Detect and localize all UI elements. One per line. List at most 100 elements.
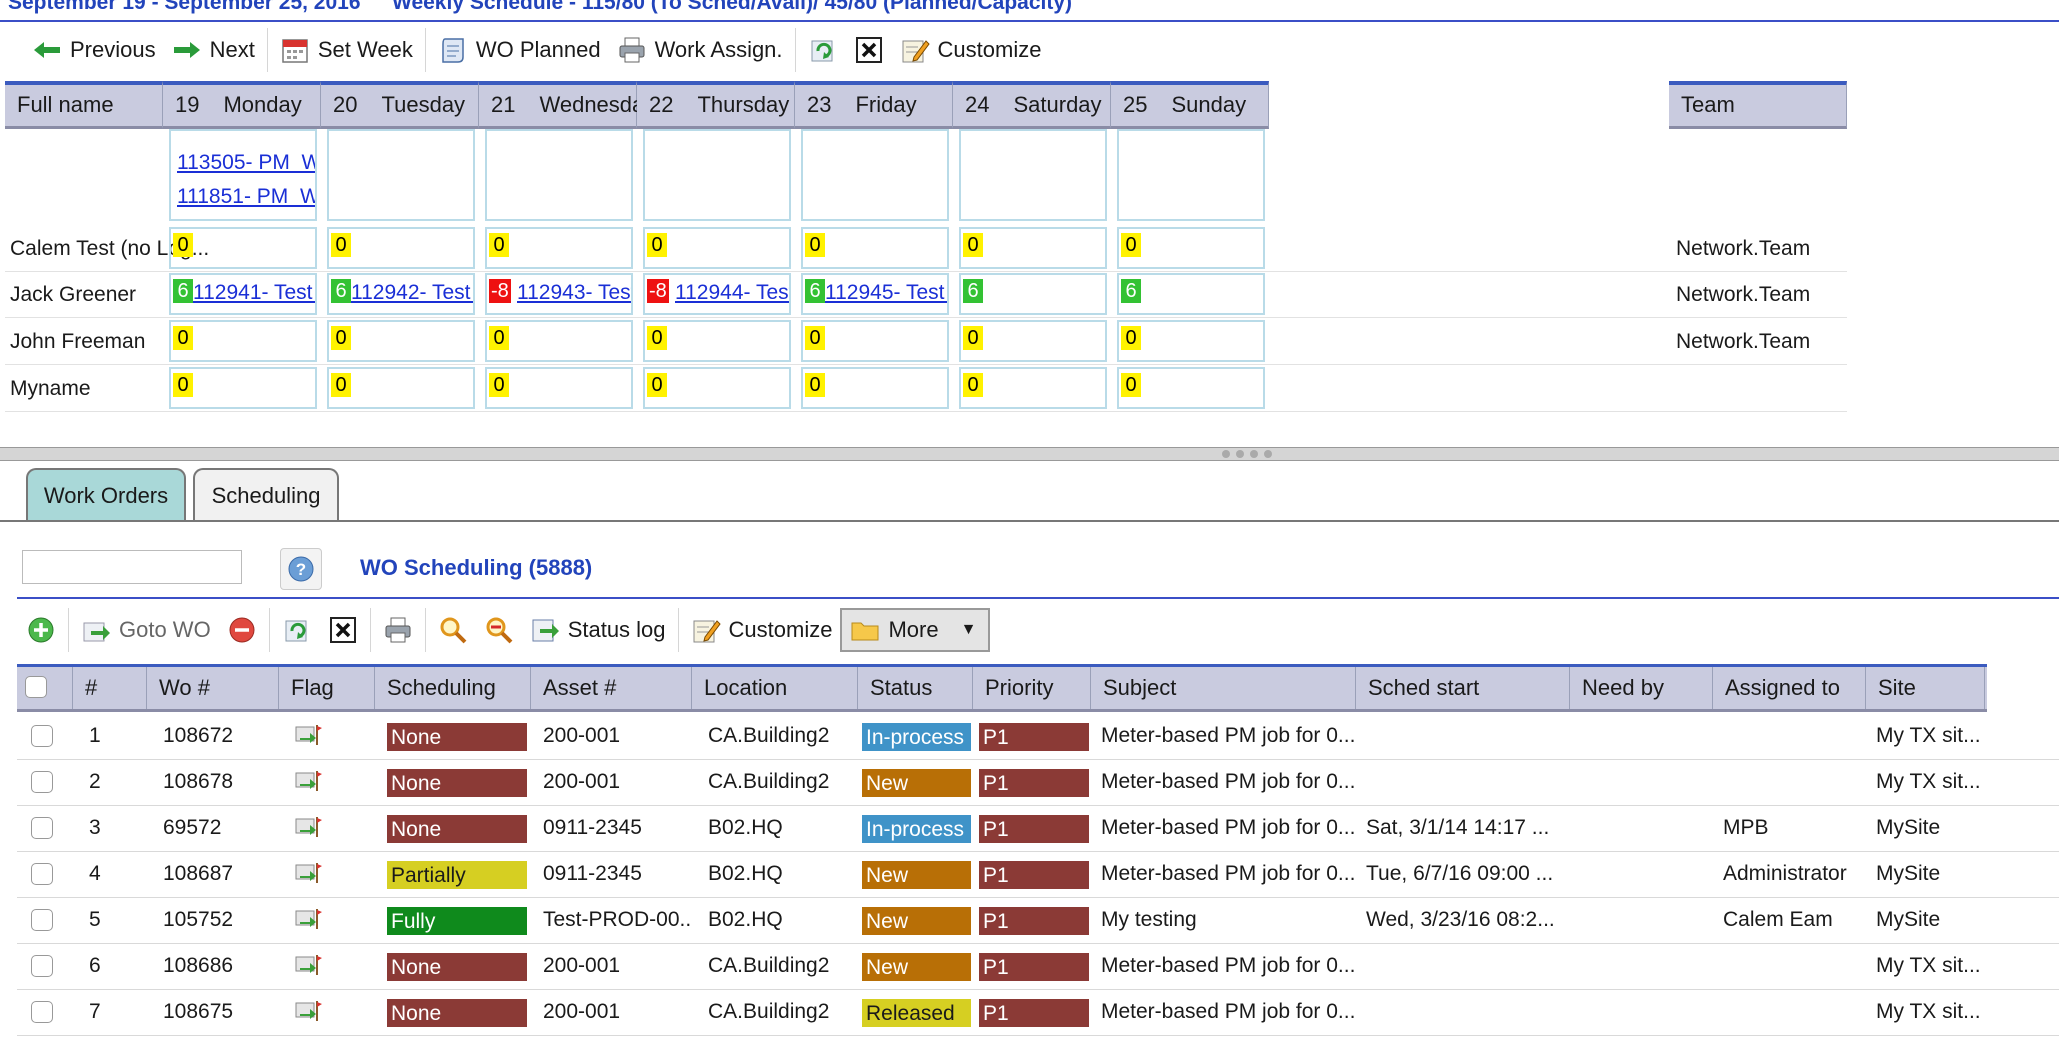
- employee-name[interactable]: John Freeman: [10, 330, 145, 354]
- header-col-assigned-to[interactable]: Assigned to: [1713, 667, 1866, 709]
- flag-icon[interactable]: [295, 953, 323, 977]
- wo-number[interactable]: 105752: [163, 897, 233, 943]
- schedule-cell[interactable]: 0: [169, 320, 317, 362]
- row-checkbox[interactable]: [31, 817, 53, 839]
- tab-scheduling[interactable]: Scheduling: [193, 468, 339, 522]
- help-button[interactable]: ?: [280, 548, 322, 590]
- delete-button[interactable]: [219, 608, 265, 652]
- schedule-cell[interactable]: 0: [959, 227, 1107, 269]
- schedule-cell[interactable]: 113505- PM_Weekly 111851- PM_Weekly: [169, 129, 317, 221]
- wo-link[interactable]: 112941- Test week: [193, 281, 315, 305]
- refresh-button[interactable]: [274, 608, 320, 652]
- customize-button[interactable]: Customize: [892, 28, 1050, 72]
- table-row[interactable]: 2 108678 None 200-001 CA.Building2 New P1 Meter…: [17, 759, 2059, 806]
- wo-number[interactable]: 108675: [163, 989, 233, 1035]
- search-input[interactable]: [22, 550, 242, 584]
- schedule-cell[interactable]: 0: [643, 320, 791, 362]
- header-col-status[interactable]: Status: [858, 667, 973, 709]
- schedule-cell[interactable]: 0: [485, 367, 633, 409]
- schedule-cell[interactable]: [327, 129, 475, 221]
- schedule-cell[interactable]: 0: [1117, 227, 1265, 269]
- row-checkbox[interactable]: [31, 1001, 53, 1023]
- table-row[interactable]: 7 108675 None 200-001 CA.Building2 Released P1…: [17, 989, 2059, 1036]
- schedule-cell[interactable]: [959, 129, 1107, 221]
- select-all-checkbox[interactable]: [25, 676, 47, 698]
- schedule-cell[interactable]: [643, 129, 791, 221]
- schedule-cell[interactable]: 0: [1117, 367, 1265, 409]
- header-day-wednesday[interactable]: 21 Wednesday: [479, 81, 655, 129]
- row-checkbox[interactable]: [31, 955, 53, 977]
- set-week-button[interactable]: Set Week: [272, 28, 421, 72]
- schedule-cell[interactable]: 6: [1117, 273, 1265, 315]
- flag-icon[interactable]: [295, 723, 323, 747]
- row-checkbox[interactable]: [31, 725, 53, 747]
- schedule-cell[interactable]: 0: [959, 367, 1107, 409]
- row-checkbox[interactable]: [31, 863, 53, 885]
- add-button[interactable]: [18, 608, 64, 652]
- schedule-cell[interactable]: 0: [959, 320, 1107, 362]
- wo-number[interactable]: 108678: [163, 759, 233, 805]
- flag-icon[interactable]: [295, 769, 323, 793]
- wo-link[interactable]: 112942- Test week: [351, 281, 473, 305]
- next-button[interactable]: Next: [164, 28, 263, 72]
- schedule-cell[interactable]: 0: [485, 320, 633, 362]
- wo-number[interactable]: 69572: [163, 805, 221, 851]
- panel-splitter[interactable]: [0, 447, 2059, 461]
- schedule-cell[interactable]: 0: [643, 227, 791, 269]
- refresh-button[interactable]: [800, 28, 846, 72]
- employee-name[interactable]: Myname: [10, 377, 91, 401]
- wo-link[interactable]: 111851- PM_Weekly: [177, 185, 315, 209]
- close-button[interactable]: [320, 608, 366, 652]
- wo-link[interactable]: 113505- PM_Weekly: [177, 151, 315, 175]
- table-row[interactable]: 1 108672 None 200-001 CA.Building2 In-process…: [17, 713, 2059, 760]
- header-col-priority[interactable]: Priority: [973, 667, 1091, 709]
- header-col-sched-start[interactable]: Sched start: [1356, 667, 1570, 709]
- header-col-location[interactable]: Location: [692, 667, 858, 709]
- schedule-cell[interactable]: 0: [327, 320, 475, 362]
- schedule-cell[interactable]: 0: [169, 367, 317, 409]
- table-row[interactable]: 4 108687 Partially 0911-2345 B02.HQ New P1 Mete…: [17, 851, 2059, 898]
- schedule-cell[interactable]: 0: [485, 227, 633, 269]
- header-col-subject[interactable]: Subject: [1091, 667, 1356, 709]
- more-dropdown[interactable]: More ▼: [840, 608, 991, 652]
- schedule-cell[interactable]: 6112941- Test week: [169, 273, 317, 315]
- schedule-cell[interactable]: -8112943- Test week: [485, 273, 633, 315]
- schedule-cell[interactable]: [485, 129, 633, 221]
- wo-link[interactable]: 112945- Test week: [825, 281, 947, 305]
- table-row[interactable]: 5 105752 Fully Test-PROD-00... B02.HQ New P1 My…: [17, 897, 2059, 944]
- wo-number[interactable]: 108686: [163, 943, 233, 989]
- schedule-cell[interactable]: 6112945- Test week: [801, 273, 949, 315]
- wo-link[interactable]: 112944- Test week: [675, 281, 789, 305]
- schedule-cell[interactable]: [801, 129, 949, 221]
- header-col-site[interactable]: Site: [1866, 667, 1985, 709]
- wo-planned-button[interactable]: WO Planned: [430, 28, 609, 72]
- row-checkbox[interactable]: [31, 771, 53, 793]
- schedule-cell[interactable]: 6112942- Test week: [327, 273, 475, 315]
- splitter-grip[interactable]: [1222, 450, 1282, 458]
- header-day-friday[interactable]: 23 Friday: [795, 81, 953, 129]
- table-row[interactable]: 3 69572 None 0911-2345 B02.HQ In-process P1 Met…: [17, 805, 2059, 852]
- tab-work-orders[interactable]: Work Orders: [26, 468, 186, 522]
- schedule-cell[interactable]: 6: [959, 273, 1107, 315]
- schedule-cell[interactable]: 0: [327, 367, 475, 409]
- header-col-asset[interactable]: Asset #: [531, 667, 692, 709]
- schedule-cell[interactable]: 0: [801, 227, 949, 269]
- header-col-wo-number[interactable]: Wo #: [147, 667, 279, 709]
- close-button[interactable]: [846, 28, 892, 72]
- flag-icon[interactable]: [295, 861, 323, 885]
- table-row[interactable]: 6 108686 None 200-001 CA.Building2 New P1 Meter…: [17, 943, 2059, 990]
- wo-number[interactable]: 108672: [163, 713, 233, 759]
- schedule-cell[interactable]: -8112944- Test week: [643, 273, 791, 315]
- schedule-cell[interactable]: [1117, 129, 1265, 221]
- wo-number[interactable]: 108687: [163, 851, 233, 897]
- header-col-scheduling[interactable]: Scheduling: [375, 667, 531, 709]
- customize-button[interactable]: Customize: [683, 608, 841, 652]
- wo-link[interactable]: 112943- Test week: [517, 281, 631, 305]
- header-full-name[interactable]: Full name: [5, 81, 163, 129]
- schedule-cell[interactable]: 0: [801, 320, 949, 362]
- schedule-cell[interactable]: 0: [169, 227, 317, 269]
- search-button[interactable]: [430, 608, 476, 652]
- schedule-cell[interactable]: 0: [327, 227, 475, 269]
- goto-wo-button[interactable]: Goto WO: [73, 608, 219, 652]
- work-assign-button[interactable]: Work Assign.: [609, 28, 791, 72]
